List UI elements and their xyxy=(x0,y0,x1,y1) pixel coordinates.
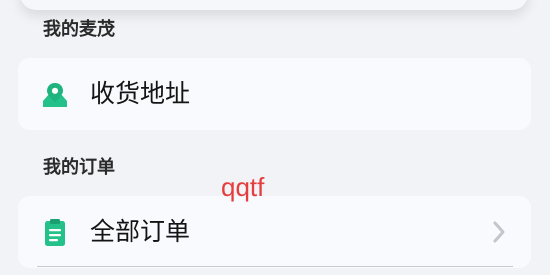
orders-card: 全部订单 xyxy=(18,196,531,268)
location-pin-icon xyxy=(40,81,70,109)
shipping-address-item[interactable]: 收货地址 xyxy=(18,58,531,130)
divider xyxy=(37,266,513,267)
shipping-address-label: 收货地址 xyxy=(90,79,191,108)
watermark-text: qqtf xyxy=(221,172,265,202)
top-card-shadow xyxy=(20,0,528,10)
clipboard-list-icon xyxy=(44,218,66,248)
all-orders-label: 全部订单 xyxy=(90,217,191,246)
address-card: 收货地址 xyxy=(18,58,531,130)
section-title-my-maimao: 我的麦茂 xyxy=(43,19,115,40)
section-title-my-orders: 我的订单 xyxy=(43,157,115,178)
all-orders-item[interactable]: 全部订单 xyxy=(18,196,531,268)
chevron-right-icon xyxy=(491,220,507,244)
